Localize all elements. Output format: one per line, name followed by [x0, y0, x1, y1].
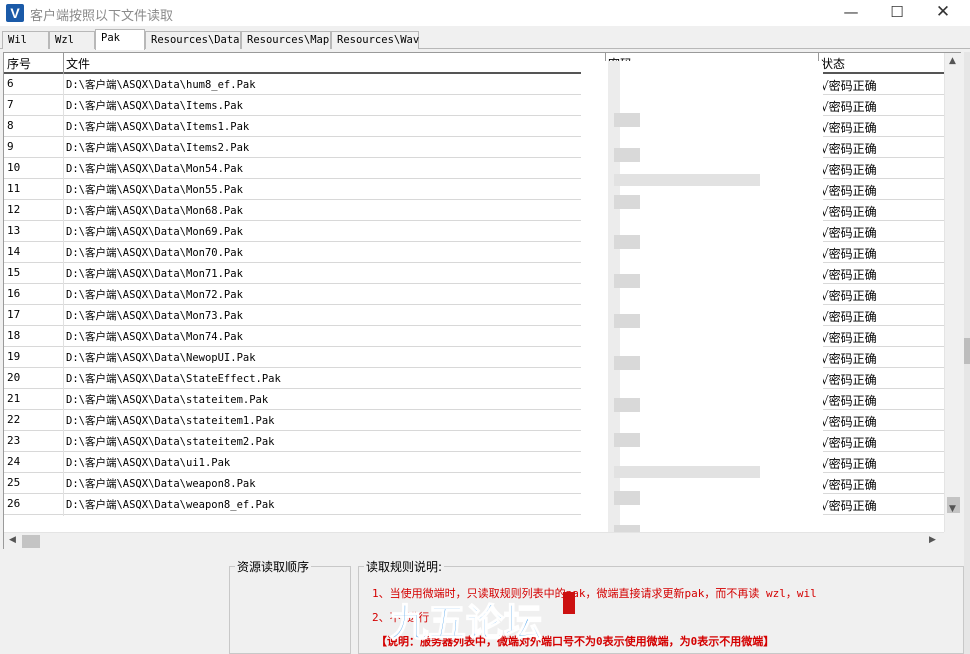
row-index: 26 [7, 497, 21, 510]
row-status: √密码正确 [821, 310, 877, 324]
row-file-path: D:\客户端\ASQX\Data\Mon72.Pak [66, 289, 243, 301]
row-index: 10 [7, 161, 21, 174]
scroll-down-icon[interactable]: ▼ [949, 504, 956, 514]
vertical-scrollbar[interactable]: ▲ ▼ [944, 53, 961, 532]
row-index: 25 [7, 476, 21, 489]
row-file-path: D:\客户端\ASQX\Data\Mon70.Pak [66, 247, 243, 259]
row-file-path: D:\客户端\ASQX\Data\weapon8_ef.Pak [66, 499, 275, 511]
row-status: √密码正确 [821, 226, 877, 240]
watermark-text: 九五论坛 [390, 601, 542, 645]
tab-wzl[interactable]: Wzl [49, 31, 95, 49]
rules-label: 读取规则说明: [364, 558, 445, 575]
watermark-seal-icon [563, 592, 575, 614]
row-file-path: D:\客户端\ASQX\Data\Mon68.Pak [66, 205, 243, 217]
file-table[interactable]: 序号 文件 密码 状态 6D:\客户端\ASQX\Data\hum8_ef.Pa… [3, 52, 961, 549]
row-file-path: D:\客户端\ASQX\Data\Mon71.Pak [66, 268, 243, 280]
column-header-file[interactable]: 文件 [66, 55, 90, 72]
column-gridline [63, 74, 64, 516]
row-file-path: D:\客户端\ASQX\Data\Items1.Pak [66, 121, 250, 133]
row-index: 6 [7, 77, 14, 90]
row-index: 19 [7, 350, 21, 363]
row-index: 11 [7, 182, 21, 195]
row-index: 8 [7, 119, 14, 132]
row-index: 24 [7, 455, 21, 468]
row-file-path: D:\客户端\ASQX\Data\stateitem1.Pak [66, 415, 275, 427]
window-title: 客户端按照以下文件读取 [30, 9, 174, 24]
outer-scroll-thumb[interactable] [964, 338, 970, 364]
row-file-path: D:\客户端\ASQX\Data\Mon73.Pak [66, 310, 243, 322]
tab-pak[interactable]: Pak [95, 29, 145, 50]
row-status: √密码正确 [821, 79, 877, 93]
tab-resources-wav[interactable]: Resources\Wav [331, 31, 419, 49]
row-file-path: D:\客户端\ASQX\Data\StateEffect.Pak [66, 373, 281, 385]
horizontal-scrollbar[interactable]: ◀ ▶ [4, 532, 944, 549]
tab-resources-data[interactable]: Resources\Data [145, 31, 241, 49]
forum-watermark-logo: 九五论坛 [389, 592, 575, 646]
scroll-left-icon[interactable]: ◀ [9, 535, 16, 545]
row-index: 9 [7, 140, 14, 153]
close-button[interactable]: ✕ [920, 0, 966, 26]
scroll-up-icon[interactable]: ▲ [949, 56, 956, 66]
row-status: √密码正确 [821, 394, 877, 408]
row-index: 14 [7, 245, 21, 258]
row-index: 23 [7, 434, 21, 447]
row-index: 22 [7, 413, 21, 426]
row-status: √密码正确 [821, 247, 877, 261]
row-status: √密码正确 [821, 436, 877, 450]
row-index: 18 [7, 329, 21, 342]
row-status: √密码正确 [821, 184, 877, 198]
row-index: 20 [7, 371, 21, 384]
row-file-path: D:\客户端\ASQX\Data\Items.Pak [66, 100, 243, 112]
row-status: √密码正确 [821, 373, 877, 387]
row-index: 12 [7, 203, 21, 216]
row-status: √密码正确 [821, 268, 877, 282]
tab-wil[interactable]: Wil [2, 31, 49, 49]
row-file-path: D:\客户端\ASQX\Data\stateitem2.Pak [66, 436, 275, 448]
row-status: √密码正确 [821, 121, 877, 135]
scroll-right-icon[interactable]: ▶ [929, 535, 936, 545]
row-file-path: D:\客户端\ASQX\Data\hum8_ef.Pak [66, 79, 256, 91]
row-status: √密码正确 [821, 499, 877, 513]
load-order-panel [229, 566, 351, 654]
title-bar: V 客户端按照以下文件读取 — ☐ ✕ [0, 0, 970, 26]
row-status: √密码正确 [821, 205, 877, 219]
maximize-button[interactable]: ☐ [874, 0, 920, 26]
row-file-path: D:\客户端\ASQX\Data\weapon8.Pak [66, 478, 256, 490]
row-file-path: D:\客户端\ASQX\Data\Mon55.Pak [66, 184, 243, 196]
tab-bar: Wil Wzl Pak Resources\Data Resources\Map… [0, 29, 970, 50]
row-index: 13 [7, 224, 21, 237]
row-status: √密码正确 [821, 478, 877, 492]
row-file-path: D:\客户端\ASQX\Data\NewopUI.Pak [66, 352, 256, 364]
row-status: √密码正确 [821, 457, 877, 471]
row-index: 16 [7, 287, 21, 300]
row-file-path: D:\客户端\ASQX\Data\stateitem.Pak [66, 394, 269, 406]
row-status: √密码正确 [821, 100, 877, 114]
row-file-path: D:\客户端\ASQX\Data\Items2.Pak [66, 142, 250, 154]
row-index: 17 [7, 308, 21, 321]
row-index: 7 [7, 98, 14, 111]
row-file-path: D:\客户端\ASQX\Data\Mon69.Pak [66, 226, 243, 238]
row-file-path: D:\客户端\ASQX\Data\Mon54.Pak [66, 163, 243, 175]
app-icon: V [6, 4, 24, 22]
row-file-path: D:\客户端\ASQX\Data\ui1.Pak [66, 457, 231, 469]
row-file-path: D:\客户端\ASQX\Data\Mon74.Pak [66, 331, 243, 343]
column-header-index[interactable]: 序号 [7, 55, 31, 72]
row-status: √密码正确 [821, 163, 877, 177]
tab-resources-map[interactable]: Resources\Map [241, 31, 331, 49]
minimize-button[interactable]: — [828, 0, 874, 26]
scrollbar-corner [944, 532, 961, 549]
row-index: 21 [7, 392, 21, 405]
row-index: 15 [7, 266, 21, 279]
row-status: √密码正确 [821, 289, 877, 303]
redacted-password-column [581, 61, 823, 547]
row-status: √密码正确 [821, 352, 877, 366]
horizontal-scroll-thumb[interactable] [22, 535, 40, 548]
row-status: √密码正确 [821, 415, 877, 429]
column-header-status[interactable]: 状态 [821, 55, 845, 72]
row-status: √密码正确 [821, 331, 877, 345]
column-divider[interactable] [63, 53, 64, 74]
load-order-label: 资源读取顺序 [235, 558, 312, 575]
row-status: √密码正确 [821, 142, 877, 156]
